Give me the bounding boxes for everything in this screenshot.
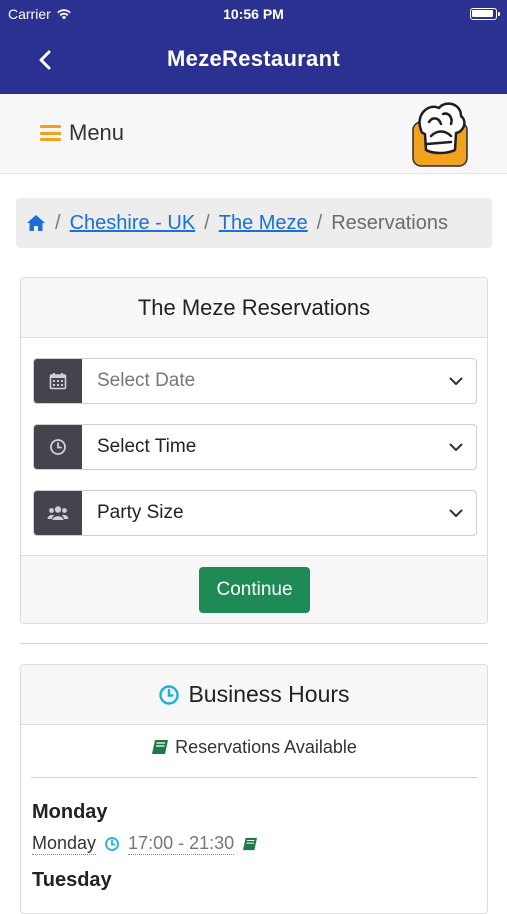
group-icon	[34, 491, 82, 535]
reservations-available-note: Reservations Available	[21, 725, 487, 769]
party-size-value: Party Size	[97, 502, 184, 523]
menu-button[interactable]: Menu	[40, 120, 124, 146]
day-time-range: 17:00 - 21:30	[128, 833, 235, 855]
menu-label: Menu	[69, 120, 125, 145]
party-size-select[interactable]: Party Size	[33, 490, 477, 536]
restaurant-logo[interactable]	[411, 100, 469, 168]
breadcrumb-separator: /	[316, 211, 323, 234]
business-hours-header: Business Hours	[21, 665, 487, 725]
clock-icon	[159, 684, 180, 705]
reservations-available-label: Reservations Available	[175, 736, 357, 757]
breadcrumb-link-region[interactable]: Cheshire - UK	[70, 212, 196, 235]
business-hours-card: Business Hours Reservations Available Mo…	[20, 664, 488, 914]
time-select[interactable]: Select Time	[33, 424, 477, 470]
breadcrumb-link-restaurant[interactable]: The Meze	[219, 212, 308, 235]
date-select-value: Select Date	[97, 370, 196, 391]
clock-icon	[105, 837, 119, 851]
book-icon	[152, 740, 169, 754]
breadcrumb-separator: /	[204, 211, 210, 234]
breadcrumb: / Cheshire - UK / The Meze / Reservation…	[16, 198, 492, 248]
section-divider	[20, 643, 488, 644]
day-label: Monday	[32, 833, 97, 855]
hamburger-icon	[40, 125, 61, 141]
continue-button[interactable]: Continue	[199, 567, 310, 613]
clock-time: 10:56 PM	[223, 6, 284, 22]
day-heading-tuesday: Tuesday	[32, 869, 112, 891]
nav-title: MezeRestaurant	[167, 46, 340, 71]
business-hours-title: Business Hours	[188, 681, 350, 707]
nav-bar: MezeRestaurant	[0, 28, 507, 94]
reservation-card: The Meze Reservations Select Date Select…	[20, 277, 488, 624]
date-select[interactable]: Select Date	[33, 358, 477, 404]
breadcrumb-separator: /	[55, 211, 61, 234]
time-select-value: Select Time	[97, 436, 197, 457]
clock-icon	[34, 425, 82, 469]
reservation-title: The Meze Reservations	[21, 278, 487, 338]
breadcrumb-current: Reservations	[331, 211, 448, 234]
calendar-icon	[34, 359, 82, 403]
book-icon	[243, 837, 258, 851]
battery-icon	[470, 8, 500, 20]
chevron-down-icon	[436, 377, 476, 386]
hours-divider	[31, 777, 477, 778]
status-bar: Carrier 10:56 PM	[0, 0, 507, 28]
chevron-down-icon	[436, 443, 476, 452]
chevron-down-icon	[436, 509, 476, 518]
day-heading-monday: Monday	[32, 801, 108, 823]
day-hours-monday: Monday 17:00 - 21:30	[32, 833, 258, 855]
home-icon[interactable]	[26, 214, 46, 232]
reservation-footer: Continue	[21, 555, 487, 623]
